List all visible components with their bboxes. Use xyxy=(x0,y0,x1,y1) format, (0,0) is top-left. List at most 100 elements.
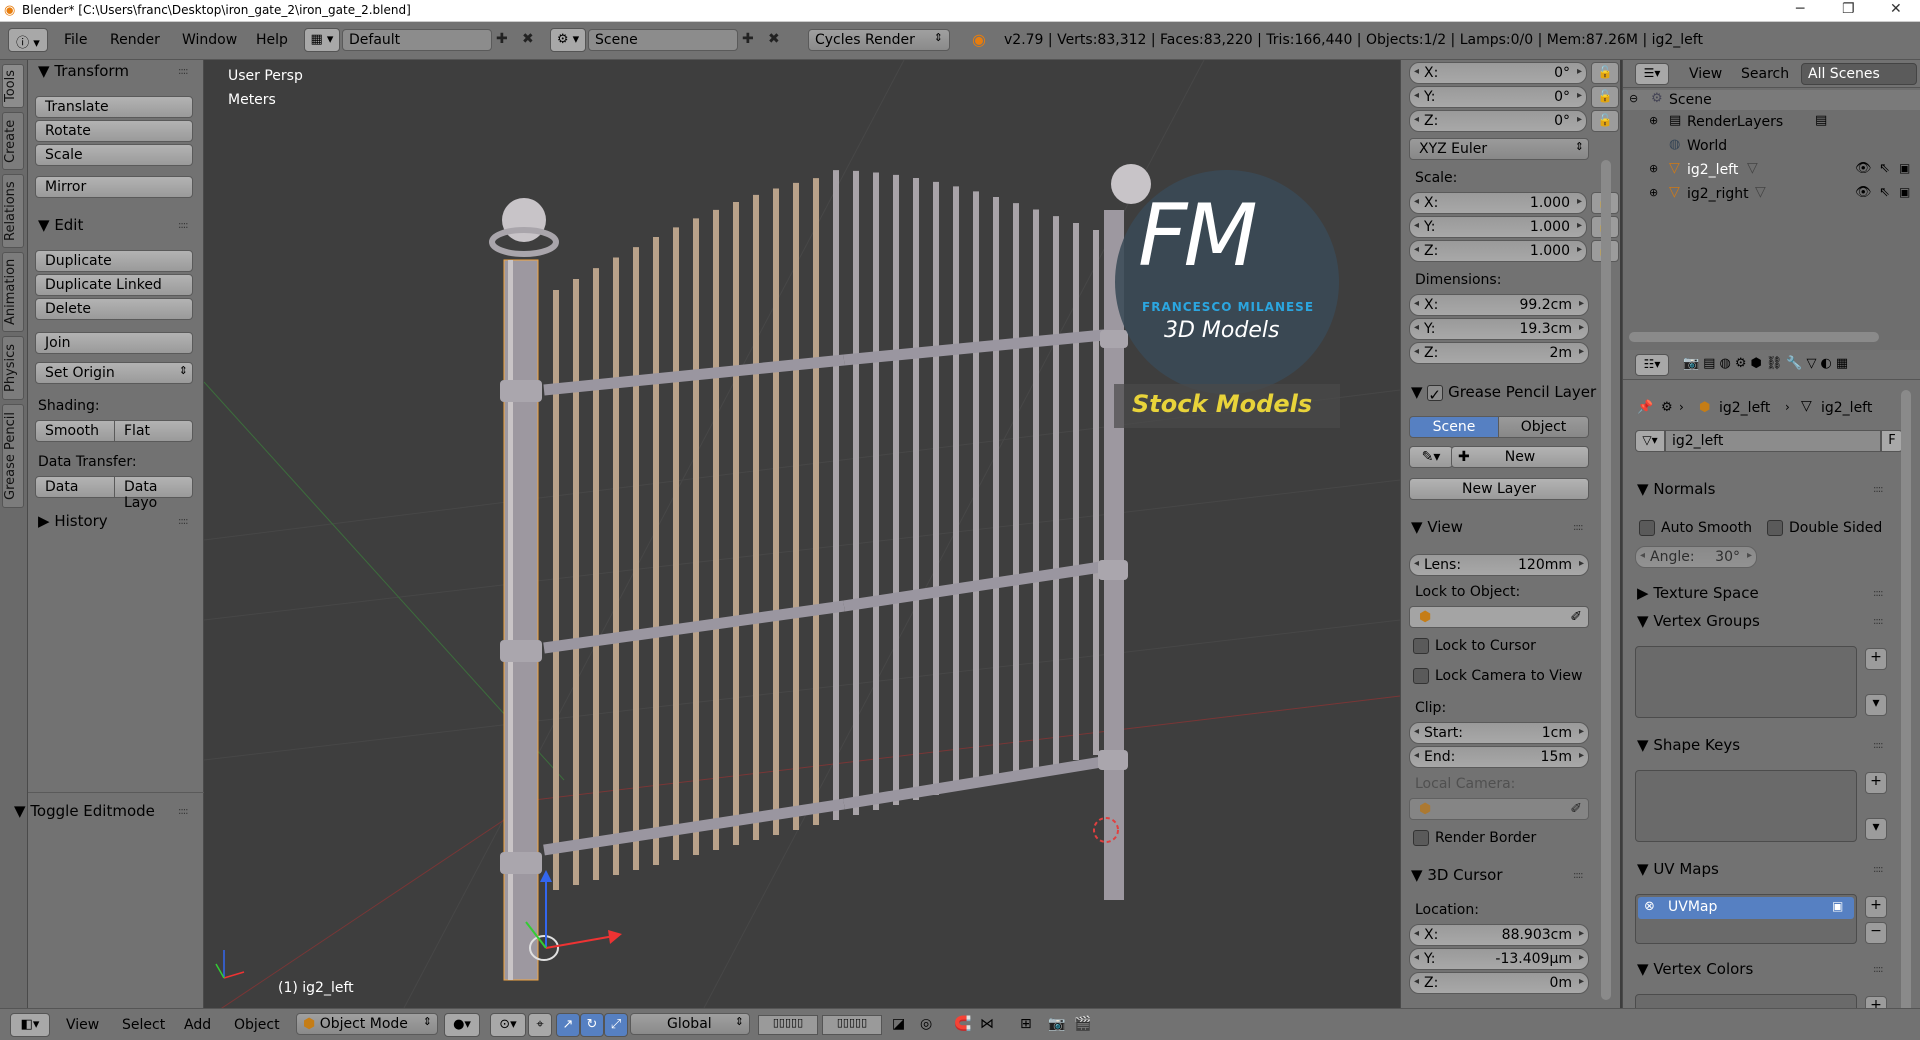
vertex-groups-list[interactable] xyxy=(1635,646,1857,718)
transform-orientation-dropdown[interactable]: Global ⇕ xyxy=(630,1013,750,1035)
drag-handle-icon[interactable]: :::: xyxy=(178,516,189,527)
menu-select[interactable]: Select xyxy=(122,1017,165,1033)
remove-icon[interactable]: − xyxy=(1865,922,1887,944)
tab-physics[interactable]: Physics xyxy=(2,336,24,400)
close-button[interactable]: ✕ xyxy=(1890,1,1902,17)
rotation-mode-dropdown[interactable]: XYZ Euler ⇕ xyxy=(1409,138,1589,160)
add-layout-icon[interactable]: ✚ xyxy=(496,31,508,47)
dimension-y-field[interactable]: ◂ Y: 19.3cm ▸ xyxy=(1409,318,1589,340)
drag-handle-icon[interactable]: :::: xyxy=(1573,522,1584,533)
rotation-z-field[interactable]: ◂ Z: 0° ▸ xyxy=(1409,110,1587,132)
shape-keys-list[interactable] xyxy=(1635,770,1857,842)
rotate-button[interactable]: Rotate xyxy=(35,120,193,142)
uv-maps-list[interactable]: ⊗ UVMap ▣ xyxy=(1635,894,1857,944)
render-camera-icon[interactable]: ▣ xyxy=(1899,185,1910,199)
editor-type-info-icon[interactable]: ⓘ ▾ xyxy=(8,28,48,52)
expand-icon[interactable]: ⊕ xyxy=(1649,162,1658,175)
viewport-shading-icon[interactable]: ●▾ xyxy=(444,1013,480,1037)
outliner-row[interactable]: ⊕ ▽ ig2_right ▽ 👁 ⇖ ▣ xyxy=(1623,182,1920,206)
render-border-checkbox[interactable] xyxy=(1413,830,1429,846)
editor-type-3d-icon[interactable]: ◧▾ xyxy=(10,1013,50,1037)
mesh-browse-icon[interactable]: ▽▾ xyxy=(1635,430,1665,452)
layers-grid-2[interactable]: ▯▯▯▯▯ xyxy=(822,1015,882,1035)
collapse-icon[interactable]: ⊖ xyxy=(1629,92,1638,105)
render-engine-dropdown[interactable]: Cycles Render ⇕ xyxy=(808,29,950,51)
cursor-y-field[interactable]: ◂ Y: -13.409µm ▸ xyxy=(1409,948,1589,970)
double-sided-checkbox[interactable] xyxy=(1767,520,1783,536)
auto-smooth-checkbox[interactable] xyxy=(1639,520,1655,536)
drag-handle-icon[interactable]: :::: xyxy=(178,220,189,231)
render-camera-icon[interactable]: ▣ xyxy=(1899,161,1910,175)
tab-create[interactable]: Create xyxy=(2,112,24,170)
snap-icon[interactable]: 🧲 xyxy=(954,1016,971,1032)
clip-end-field[interactable]: ◂ End: 15m ▸ xyxy=(1409,746,1589,768)
uv-map-row[interactable]: ⊗ UVMap ▣ xyxy=(1638,897,1854,919)
mesh-name-field[interactable]: ig2_left xyxy=(1665,430,1881,452)
menu-down-icon[interactable]: ▾ xyxy=(1865,694,1887,716)
translate-manipulator-icon[interactable]: ↗ xyxy=(556,1013,580,1037)
cursor-z-field[interactable]: ◂ Z: 0m ▸ xyxy=(1409,972,1589,994)
snap-target-icon[interactable]: ⊞ xyxy=(1020,1016,1032,1032)
tab-relations[interactable]: Relations xyxy=(2,174,24,248)
menu-object[interactable]: Object xyxy=(234,1017,280,1033)
outliner-row[interactable]: ⊕ ▽ ig2_left ▽ 👁 ⇖ ▣ xyxy=(1623,158,1920,182)
scale-x-field[interactable]: ◂ X: 1.000 ▸ xyxy=(1409,192,1587,214)
vertex-groups-header[interactable]: ▼ Vertex Groups xyxy=(1637,612,1760,630)
scale-z-field[interactable]: ◂ Z: 1.000 ▸ xyxy=(1409,240,1587,262)
menu-add[interactable]: Add xyxy=(184,1017,211,1033)
translate-button[interactable]: Translate xyxy=(35,96,193,118)
expand-icon[interactable]: ⊕ xyxy=(1649,114,1658,127)
z-arrow-icon[interactable] xyxy=(540,870,552,882)
snap-element-icon[interactable]: ⋈ xyxy=(980,1016,994,1032)
properties-editor-icon[interactable]: ☷▾ xyxy=(1635,354,1669,376)
outliner-item-renderlayers[interactable]: RenderLayers xyxy=(1687,114,1783,130)
cursor-select-icon[interactable]: ⇖ xyxy=(1879,161,1890,176)
gp-scene-button[interactable]: Scene xyxy=(1409,416,1499,438)
outliner-row[interactable]: ⊕ ▤ RenderLayers ▤ xyxy=(1623,110,1920,134)
edit-panel-header[interactable]: ▼ Edit xyxy=(38,216,83,234)
add-icon[interactable]: + xyxy=(1865,896,1887,918)
drag-handle-icon[interactable]: :::: xyxy=(1873,964,1884,975)
add-scene-icon[interactable]: ✚ xyxy=(742,31,754,47)
mirror-button[interactable]: Mirror xyxy=(35,176,193,198)
outliner-view-menu[interactable]: View xyxy=(1689,66,1722,82)
menu-view[interactable]: View xyxy=(66,1017,99,1033)
dimension-z-field[interactable]: ◂ Z: 2m ▸ xyxy=(1409,342,1589,364)
drag-handle-icon[interactable]: :::: xyxy=(1873,740,1884,751)
scale-button[interactable]: Scale xyxy=(35,144,193,166)
maximize-button[interactable]: ❐ xyxy=(1842,1,1855,17)
eye-icon[interactable]: 👁 xyxy=(1855,161,1872,176)
breadcrumb-object[interactable]: ig2_left xyxy=(1719,400,1770,416)
layer-lock-icon[interactable]: ◪ xyxy=(892,1016,905,1032)
tab-tools[interactable]: Tools xyxy=(2,64,24,108)
properties-scrollbar[interactable] xyxy=(1901,390,1911,1030)
flat-button[interactable]: Flat xyxy=(114,420,193,442)
scrollbar[interactable] xyxy=(1601,160,1611,1000)
outliner-scrollbar[interactable] xyxy=(1629,332,1879,342)
render-camera-icon[interactable]: ▣ xyxy=(1832,899,1843,913)
join-button[interactable]: Join xyxy=(35,332,193,354)
data-layout-button[interactable]: Data Layo xyxy=(114,476,193,511)
x-arrow-icon[interactable] xyxy=(608,930,622,944)
lock-icon[interactable]: 🔓 xyxy=(1591,86,1619,108)
texture-space-header[interactable]: ▶ Texture Space xyxy=(1637,584,1759,602)
menu-down-icon[interactable]: ▾ xyxy=(1865,818,1887,840)
duplicate-linked-button[interactable]: Duplicate Linked xyxy=(35,274,193,296)
context-tabs-icons[interactable]: 📷▤◍⚙⬢⛓🔧▽◐▦ xyxy=(1683,356,1852,371)
delete-button[interactable]: Delete xyxy=(35,298,193,320)
proportional-edit-icon[interactable]: ◎ xyxy=(920,1016,932,1032)
scene-icon[interactable]: ⚙ ▾ xyxy=(550,28,586,52)
outliner-item-world[interactable]: World xyxy=(1687,138,1727,154)
gp-new-button[interactable]: ✚ New xyxy=(1451,446,1589,468)
layers-grid-1[interactable]: ▯▯▯▯▯ xyxy=(758,1015,818,1035)
scale-y-field[interactable]: ◂ Y: 1.000 ▸ xyxy=(1409,216,1587,238)
minimize-button[interactable]: ─ xyxy=(1796,1,1804,17)
lock-camera-checkbox[interactable] xyxy=(1413,668,1429,684)
set-origin-dropdown[interactable]: Set Origin ⇕ xyxy=(35,362,193,384)
rotation-x-field[interactable]: ◂ X: 0° ▸ xyxy=(1409,62,1587,84)
add-icon[interactable]: + xyxy=(1865,648,1887,670)
angle-field[interactable]: ◂ Angle: 30° ▸ xyxy=(1635,546,1757,568)
gp-new-layer-button[interactable]: New Layer xyxy=(1409,478,1589,500)
lock-to-cursor-checkbox[interactable] xyxy=(1413,638,1429,654)
normals-panel-header[interactable]: ▼ Normals xyxy=(1637,480,1715,498)
